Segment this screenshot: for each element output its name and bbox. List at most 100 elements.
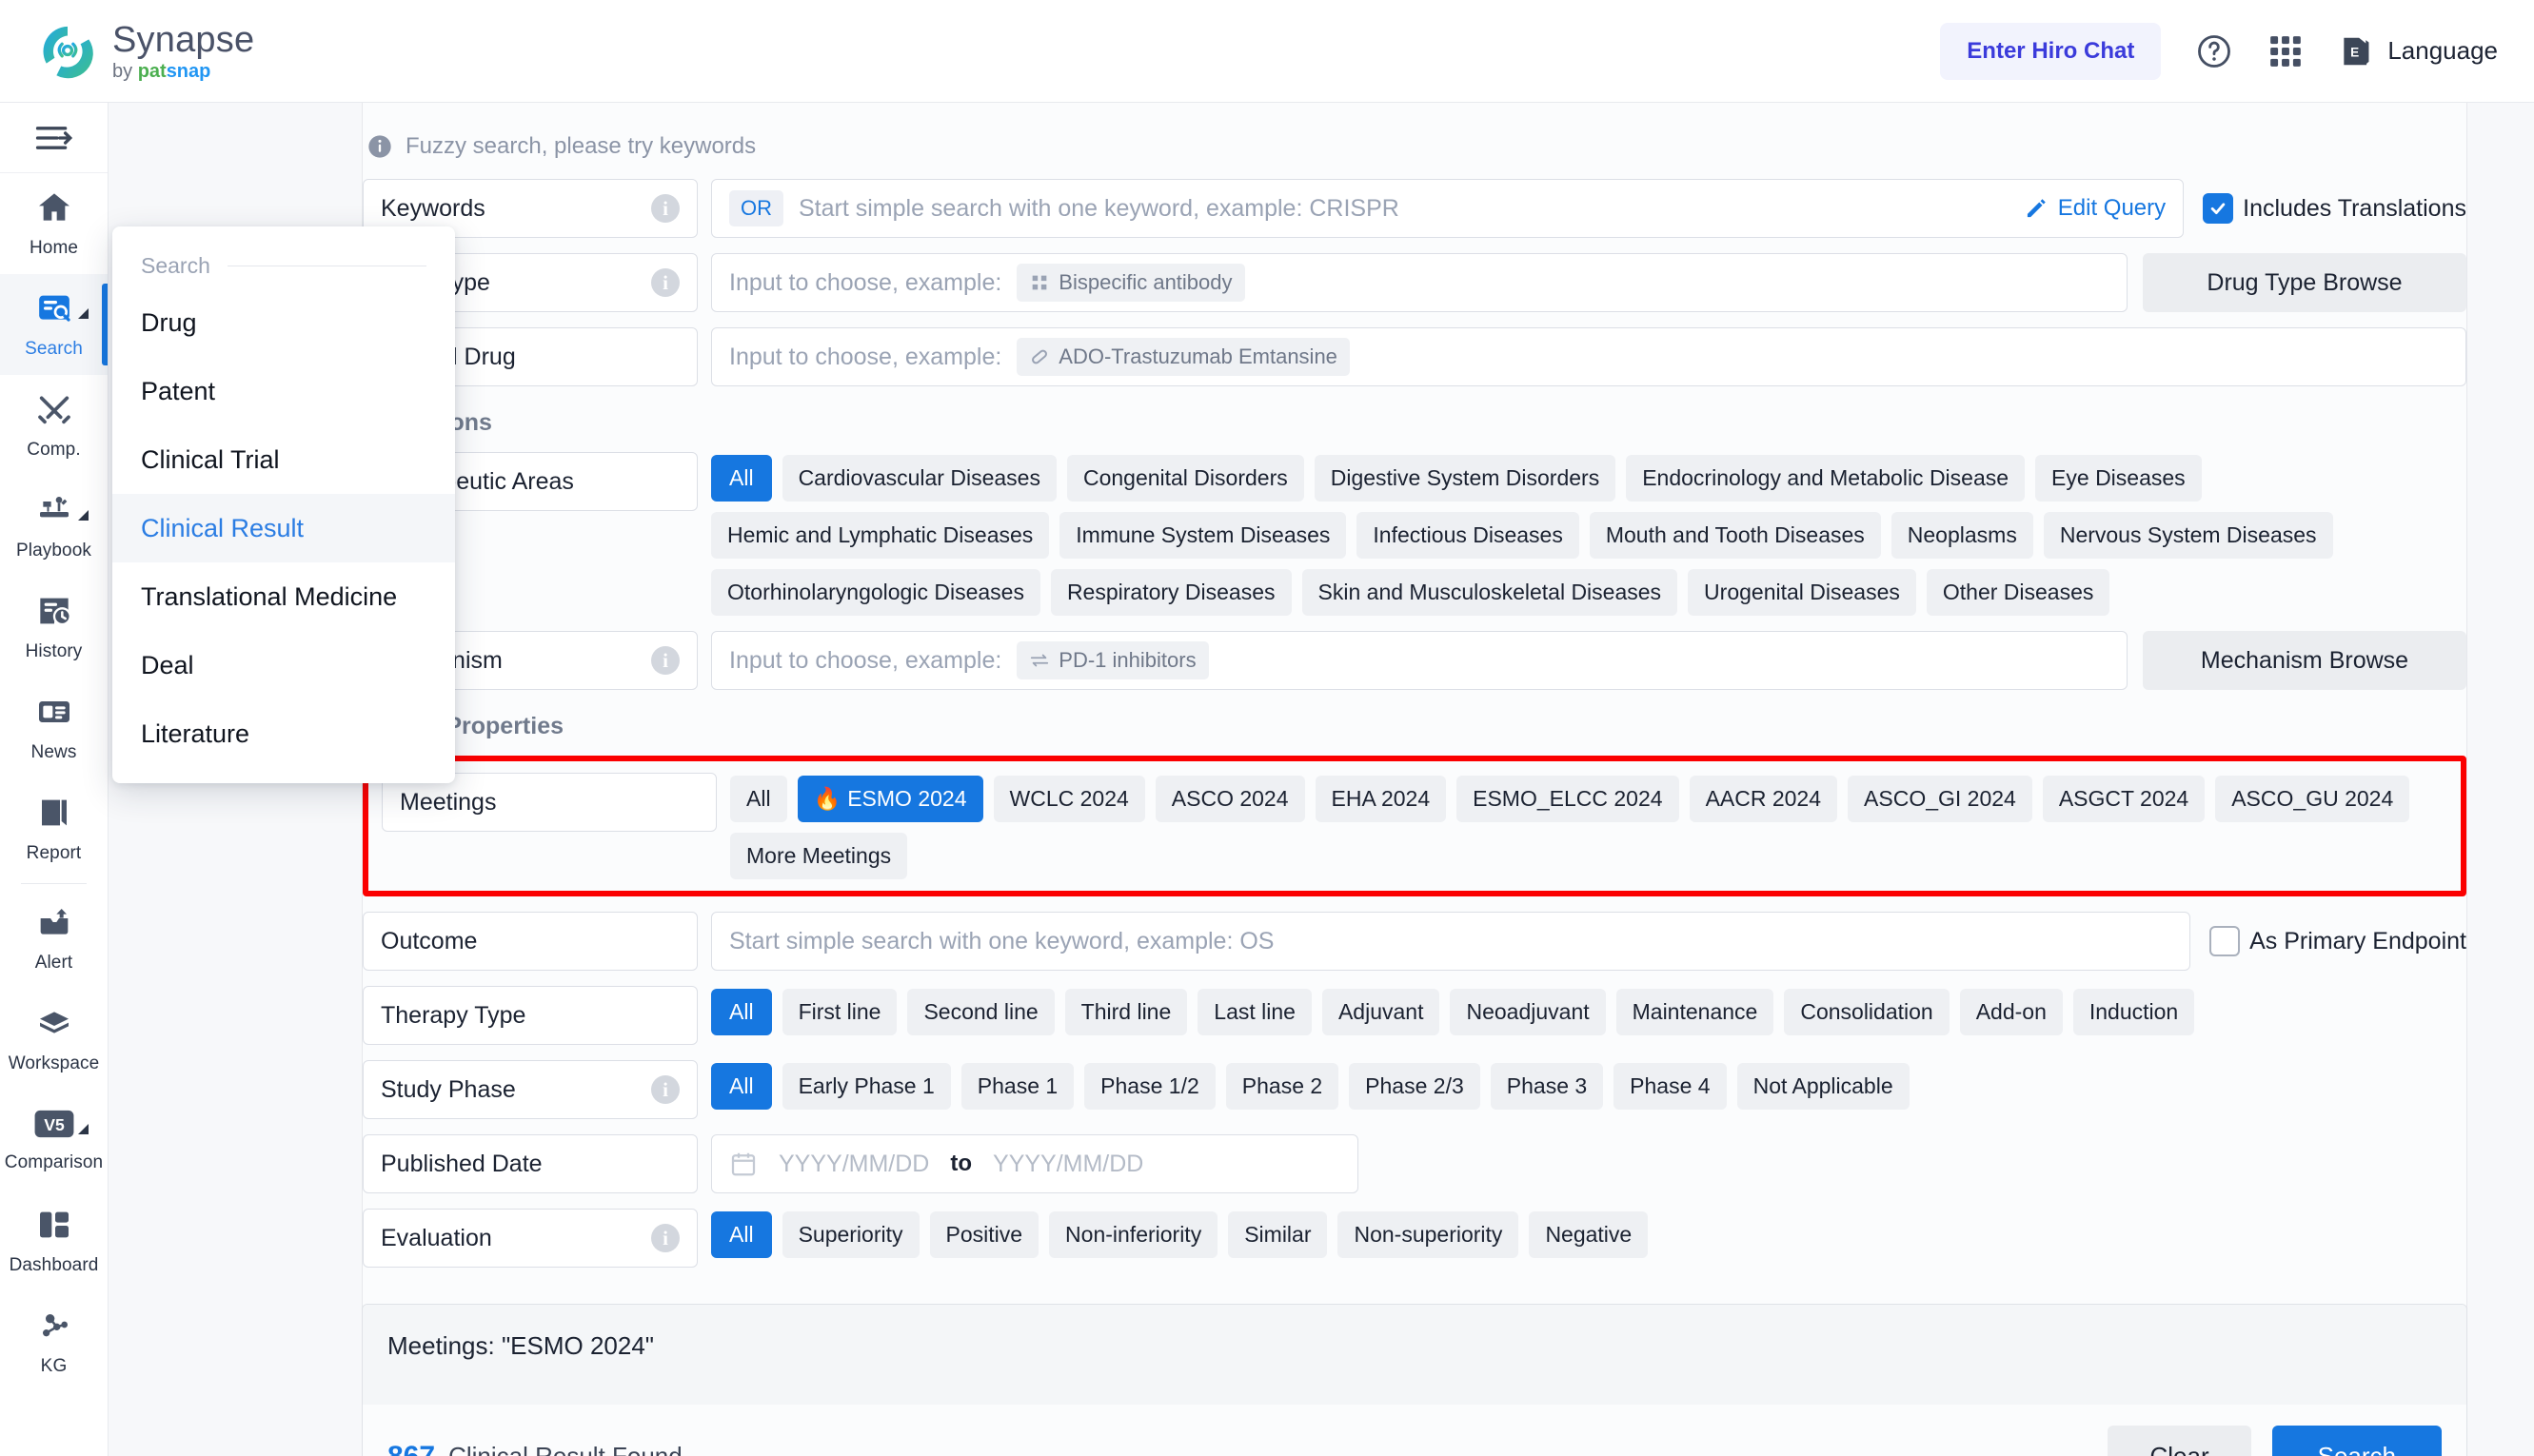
enter-hiro-chat-button[interactable]: Enter Hiro Chat — [1940, 22, 2162, 80]
tag-item[interactable]: Second line — [907, 989, 1055, 1035]
tag-item[interactable]: First line — [782, 989, 898, 1035]
sidebar-item-report[interactable]: Report — [0, 778, 108, 879]
menu-item-patent[interactable]: Patent — [112, 357, 455, 425]
tag-item[interactable]: AACR 2024 — [1689, 776, 1838, 822]
tag-all[interactable]: All — [711, 455, 772, 502]
tag-item[interactable]: Early Phase 1 — [782, 1063, 951, 1110]
therapy-type-label-select[interactable]: Therapy Type — [363, 986, 698, 1045]
tag-item[interactable]: ASGCT 2024 — [2042, 776, 2206, 822]
tag-item[interactable]: ASCO 2024 — [1155, 776, 1305, 822]
tag-item[interactable]: Other Diseases — [1926, 569, 2110, 616]
grid-apps-icon[interactable] — [2267, 33, 2304, 69]
tag-item[interactable]: Phase 2 — [1225, 1063, 1339, 1110]
tag-item[interactable]: Consolidation — [1784, 989, 1950, 1035]
outcome-label-select[interactable]: Outcome — [363, 912, 698, 971]
tag-item[interactable]: Skin and Musculoskeletal Diseases — [1301, 569, 1678, 616]
as-primary-endpoint-checkbox[interactable]: As Primary Endpoint — [2209, 912, 2466, 971]
tag-item[interactable]: Non-superiority — [1337, 1211, 1519, 1258]
info-icon[interactable]: i — [651, 268, 680, 297]
tag-item[interactable]: Cardiovascular Diseases — [782, 455, 1057, 502]
tag-item[interactable]: Eye Diseases — [2035, 455, 2202, 502]
tag-item[interactable]: Phase 2/3 — [1349, 1063, 1480, 1110]
info-icon[interactable]: i — [651, 194, 680, 223]
tag-item[interactable]: Add-on — [1959, 989, 2063, 1035]
tag-item[interactable]: Neoadjuvant — [1450, 989, 1606, 1035]
info-icon[interactable]: i — [651, 646, 680, 675]
brand-logo-area[interactable]: Synapse by patsnap — [38, 22, 254, 81]
tag-item[interactable]: Hemic and Lymphatic Diseases — [711, 512, 1050, 559]
sidebar-item-playbook[interactable]: Playbook — [0, 476, 108, 577]
date-to-placeholder[interactable]: YYYY/MM/DD — [993, 1151, 1143, 1178]
tag-all[interactable]: All — [711, 1063, 772, 1110]
tag-item[interactable]: EHA 2024 — [1315, 776, 1447, 822]
example-chip[interactable]: Bispecific antibody — [1017, 264, 1245, 302]
mechanism-input[interactable]: Input to choose, example: PD-1 inhibitor… — [711, 631, 2128, 690]
drug-type-input[interactable]: Input to choose, example: Bispecific ant… — [711, 253, 2128, 312]
edit-query-button[interactable]: Edit Query — [2024, 195, 2166, 222]
tag-more-meetings[interactable]: More Meetings — [730, 833, 908, 879]
includes-translations-checkbox[interactable]: Includes Translations — [2203, 179, 2466, 238]
tag-item[interactable]: Positive — [929, 1211, 1039, 1258]
tag-item[interactable]: Not Applicable — [1736, 1063, 1910, 1110]
tag-item[interactable]: ESMO_ELCC 2024 — [1456, 776, 1679, 822]
tag-item[interactable]: Superiority — [782, 1211, 920, 1258]
checkbox-box[interactable] — [2209, 926, 2241, 956]
sidebar-item-dashboard[interactable]: Dashboard — [0, 1190, 108, 1291]
sidebar-item-comparison[interactable]: V5 Comparison — [0, 1090, 108, 1190]
published-date-label-select[interactable]: Published Date — [363, 1134, 698, 1193]
tag-item[interactable]: Adjuvant — [1321, 989, 1440, 1035]
menu-item-deal[interactable]: Deal — [112, 631, 455, 699]
tag-item[interactable]: Neoplasms — [1891, 512, 2033, 559]
tag-item[interactable]: Immune System Diseases — [1059, 512, 1347, 559]
tag-item[interactable]: Phase 1 — [960, 1063, 1075, 1110]
published-date-input[interactable]: YYYY/MM/DD to YYYY/MM/DD — [711, 1134, 1358, 1193]
tag-item[interactable]: Urogenital Diseases — [1688, 569, 1916, 616]
tag-item[interactable]: Last line — [1198, 989, 1312, 1035]
sidebar-item-news[interactable]: News — [0, 678, 108, 778]
tag-item[interactable]: Respiratory Diseases — [1050, 569, 1292, 616]
menu-item-translational-medicine[interactable]: Translational Medicine — [112, 562, 455, 631]
tag-all[interactable]: All — [711, 1211, 772, 1258]
example-chip[interactable]: PD-1 inhibitors — [1017, 641, 1209, 679]
menu-item-drug[interactable]: Drug — [112, 288, 455, 357]
tag-item[interactable]: Infectious Diseases — [1356, 512, 1579, 559]
tag-item[interactable]: Maintenance — [1615, 989, 1774, 1035]
date-from-placeholder[interactable]: YYYY/MM/DD — [779, 1151, 929, 1178]
tag-all[interactable]: All — [730, 776, 787, 822]
help-icon[interactable] — [2195, 32, 2233, 70]
sidebar-item-search[interactable]: Search — [0, 274, 108, 375]
tag-item[interactable]: Third line — [1064, 989, 1188, 1035]
tag-item[interactable]: Otorhinolaryngologic Diseases — [711, 569, 1040, 616]
tag-item[interactable]: Mouth and Tooth Diseases — [1589, 512, 1881, 559]
tag-item[interactable]: WCLC 2024 — [993, 776, 1145, 822]
mechanism-browse-button[interactable]: Mechanism Browse — [2143, 631, 2466, 690]
sidebar-item-history[interactable]: History — [0, 577, 108, 678]
checkbox-box[interactable] — [2203, 193, 2234, 224]
sidebar-item-alert[interactable]: Alert — [0, 888, 108, 989]
tag-item[interactable]: Nervous System Diseases — [2043, 512, 2333, 559]
sidebar-item-home[interactable]: Home — [0, 173, 108, 274]
tag-item[interactable]: Endocrinology and Metabolic Disease — [1626, 455, 2026, 502]
sidebar-item-kg[interactable]: KG — [0, 1291, 108, 1392]
language-selector[interactable]: E Language — [2338, 33, 2498, 69]
operator-chip[interactable]: OR — [729, 190, 783, 226]
menu-item-literature[interactable]: Literature — [112, 699, 455, 768]
menu-item-clinical-trial[interactable]: Clinical Trial — [112, 425, 455, 494]
evaluation-label-select[interactable]: Evaluation i — [363, 1209, 698, 1268]
clear-button[interactable]: Clear — [2108, 1426, 2251, 1456]
example-chip[interactable]: ADO-Trastuzumab Emtansine — [1017, 338, 1350, 376]
control-drug-input[interactable]: Input to choose, example: ADO-Trastuzuma… — [711, 327, 2466, 386]
keywords-input[interactable]: OR Start simple search with one keyword,… — [711, 179, 2185, 238]
study-phase-label-select[interactable]: Study Phase i — [363, 1060, 698, 1119]
info-icon[interactable]: i — [651, 1075, 680, 1104]
tag-item[interactable]: Congenital Disorders — [1066, 455, 1304, 502]
tag-item[interactable]: Phase 1/2 — [1084, 1063, 1216, 1110]
info-icon[interactable]: i — [651, 1224, 680, 1252]
sidebar-item-comp[interactable]: Comp. — [0, 375, 108, 476]
collapse-sidebar-icon[interactable] — [0, 103, 108, 173]
menu-item-clinical-result[interactable]: Clinical Result — [112, 494, 455, 562]
tag-item[interactable]: Phase 3 — [1490, 1063, 1604, 1110]
tag-item[interactable]: ASCO_GI 2024 — [1848, 776, 2032, 822]
tag-item[interactable]: Digestive System Disorders — [1314, 455, 1616, 502]
tag-item[interactable]: Non-inferiority — [1049, 1211, 1218, 1258]
